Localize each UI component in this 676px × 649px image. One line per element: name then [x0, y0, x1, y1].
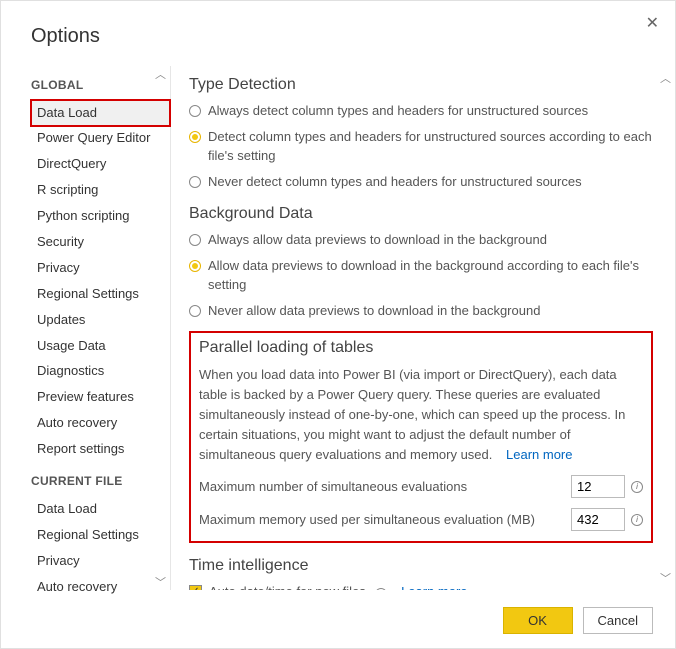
checkbox-label: Auto date/time for new files i Learn mor…	[209, 583, 653, 590]
sidebar-item-cf-privacy[interactable]: Privacy	[31, 548, 170, 574]
info-icon[interactable]: i	[631, 514, 643, 526]
section-time-intelligence: Time intelligence	[189, 557, 653, 575]
cancel-button[interactable]: Cancel	[583, 607, 653, 634]
sidebar-item-cf-regional-settings[interactable]: Regional Settings	[31, 522, 170, 548]
section-parallel-loading: Parallel loading of tables	[199, 339, 643, 357]
sidebar-item-directquery[interactable]: DirectQuery	[31, 152, 170, 178]
sidebar-item-data-load[interactable]: Data Load	[31, 100, 170, 126]
learn-more-link[interactable]: Learn more	[506, 447, 572, 462]
sidebar-heading-current-file: CURRENT FILE	[31, 474, 170, 488]
radio-icon	[189, 176, 201, 188]
sidebar-item-updates[interactable]: Updates	[31, 307, 170, 333]
checkbox-auto-datetime[interactable]: Auto date/time for new files i Learn mor…	[189, 583, 653, 590]
scrollbar[interactable]	[663, 84, 669, 572]
radio-label: Always allow data previews to download i…	[208, 231, 653, 250]
radio-type-perfile[interactable]: Detect column types and headers for unst…	[189, 128, 653, 166]
dialog-content: ︿ GLOBAL Data Load Power Query Editor Di…	[1, 66, 675, 590]
sidebar-item-power-query-editor[interactable]: Power Query Editor	[31, 126, 170, 152]
dialog-footer: OK Cancel	[503, 607, 653, 634]
sidebar-heading-global: GLOBAL	[31, 78, 170, 92]
checkbox-icon	[189, 585, 202, 590]
section-type-detection: Type Detection	[189, 76, 653, 94]
chevron-up-icon[interactable]: ︿	[155, 66, 166, 82]
checkbox-text: Auto date/time for new files	[209, 584, 366, 590]
sidebar-item-preview-features[interactable]: Preview features	[31, 385, 170, 411]
sidebar: ︿ GLOBAL Data Load Power Query Editor Di…	[1, 66, 171, 590]
field-max-memory: Maximum memory used per simultaneous eva…	[199, 508, 643, 531]
radio-bg-never[interactable]: Never allow data previews to download in…	[189, 302, 653, 321]
field-label: Maximum memory used per simultaneous eva…	[199, 512, 571, 527]
learn-more-link[interactable]: Learn more	[401, 584, 467, 590]
sidebar-item-diagnostics[interactable]: Diagnostics	[31, 359, 170, 385]
info-icon[interactable]: i	[375, 588, 387, 590]
sidebar-item-r-scripting[interactable]: R scripting	[31, 178, 170, 204]
radio-icon	[189, 305, 201, 317]
field-label: Maximum number of simultaneous evaluatio…	[199, 479, 571, 494]
main-chevron-down-icon[interactable]: ﹀	[660, 570, 671, 586]
radio-label: Detect column types and headers for unst…	[208, 128, 653, 166]
sidebar-item-usage-data[interactable]: Usage Data	[31, 333, 170, 359]
sidebar-item-security[interactable]: Security	[31, 229, 170, 255]
max-memory-input[interactable]	[571, 508, 625, 531]
sidebar-item-auto-recovery[interactable]: Auto recovery	[31, 411, 170, 437]
ok-button[interactable]: OK	[503, 607, 573, 634]
sidebar-item-privacy[interactable]: Privacy	[31, 255, 170, 281]
parallel-loading-box: Parallel loading of tables When you load…	[189, 331, 653, 544]
sidebar-item-report-settings[interactable]: Report settings	[31, 437, 170, 463]
radio-bg-always[interactable]: Always allow data previews to download i…	[189, 231, 653, 250]
sidebar-item-python-scripting[interactable]: Python scripting	[31, 204, 170, 230]
max-evaluations-input[interactable]	[571, 475, 625, 498]
close-button[interactable]: ✕	[642, 9, 663, 37]
section-background-data: Background Data	[189, 205, 653, 223]
radio-label: Never detect column types and headers fo…	[208, 173, 653, 192]
radio-type-never[interactable]: Never detect column types and headers fo…	[189, 173, 653, 192]
main-panel: ︿ Type Detection Always detect column ty…	[171, 66, 675, 590]
radio-label: Always detect column types and headers f…	[208, 102, 653, 121]
radio-icon	[189, 234, 201, 246]
sidebar-item-cf-auto-recovery[interactable]: Auto recovery	[31, 574, 170, 600]
radio-icon	[189, 105, 201, 117]
sidebar-item-cf-data-load[interactable]: Data Load	[31, 496, 170, 522]
radio-icon	[189, 131, 201, 143]
sidebar-item-regional-settings[interactable]: Regional Settings	[31, 281, 170, 307]
chevron-down-icon[interactable]: ﹀	[155, 574, 166, 590]
dialog-title: Options	[1, 1, 675, 48]
radio-label: Allow data previews to download in the b…	[208, 257, 653, 295]
info-icon[interactable]: i	[631, 481, 643, 493]
radio-bg-perfile[interactable]: Allow data previews to download in the b…	[189, 257, 653, 295]
field-max-evaluations: Maximum number of simultaneous evaluatio…	[199, 475, 643, 498]
radio-label: Never allow data previews to download in…	[208, 302, 653, 321]
radio-icon	[189, 260, 201, 272]
radio-type-always[interactable]: Always detect column types and headers f…	[189, 102, 653, 121]
parallel-description: When you load data into Power BI (via im…	[199, 365, 643, 466]
